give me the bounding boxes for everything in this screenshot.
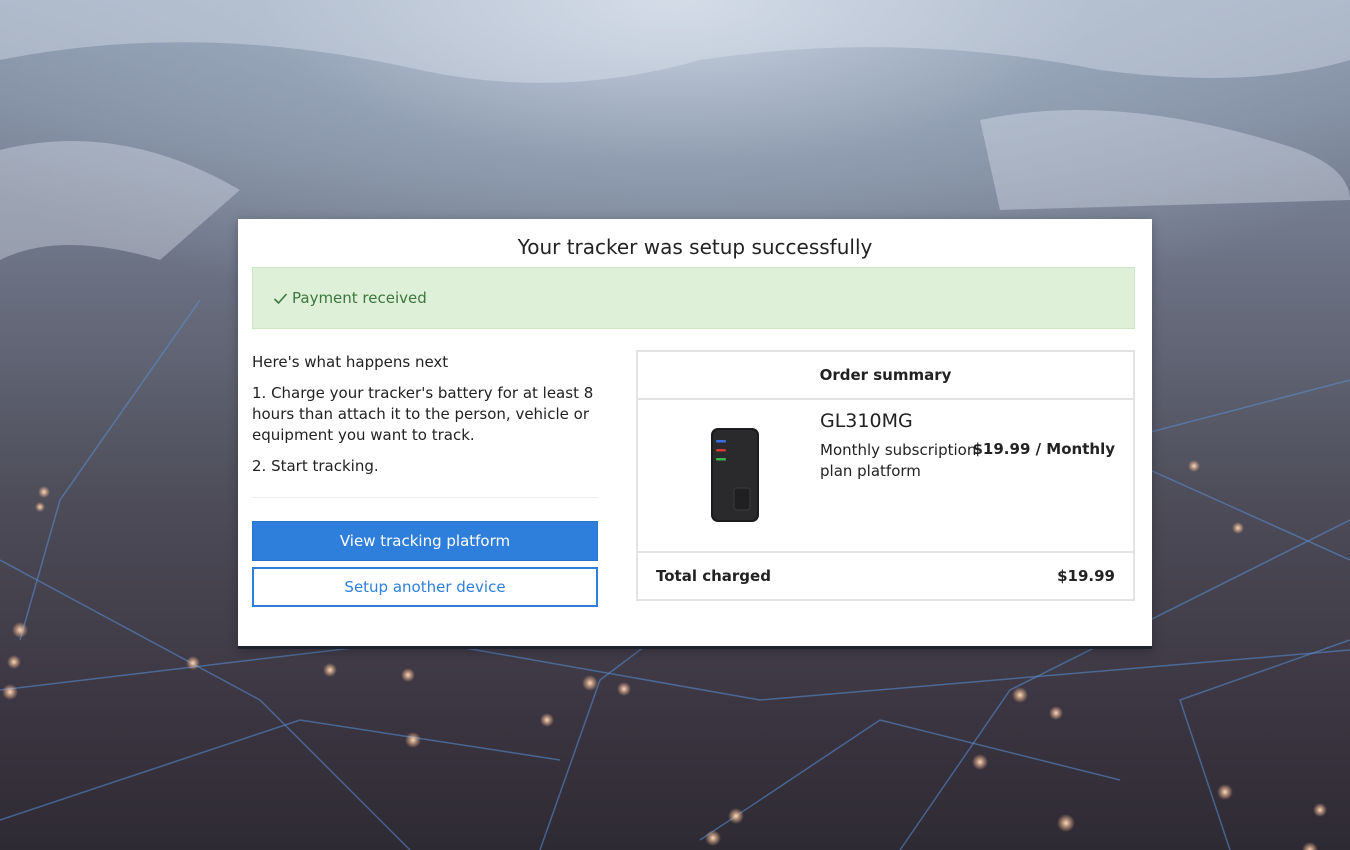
total-label: Total charged [656, 567, 771, 585]
order-total: Total charged $19.99 [638, 553, 1133, 599]
product-price: $19.99 / Monthly [972, 440, 1116, 458]
gps-tracker-image [708, 426, 762, 524]
payment-alert: Payment received [252, 267, 1135, 329]
next-steps: Here's what happens next 1. Charge your … [252, 352, 598, 498]
check-icon [273, 291, 288, 306]
product-name: GL310MG [820, 410, 913, 432]
order-summary-heading: Order summary [638, 352, 1133, 400]
payment-alert-text: Payment received [292, 289, 427, 307]
setup-another-device-button[interactable]: Setup another device [252, 567, 598, 607]
next-steps-heading: Here's what happens next [252, 353, 449, 371]
total-value: $19.99 [1057, 567, 1115, 585]
product-description: Monthly subscription plan platform [820, 441, 977, 480]
order-item: GL310MG Monthly subscription plan platfo… [638, 400, 1133, 553]
step-item: 2. Start tracking. [252, 457, 379, 475]
view-tracking-platform-button[interactable]: View tracking platform [252, 521, 598, 561]
divider [252, 497, 598, 498]
dialog-title: Your tracker was setup successfully [517, 235, 873, 259]
step-item: 1. Charge your tracker's battery for at … [252, 384, 594, 444]
success-dialog: Your tracker was setup successfully Paym… [238, 219, 1152, 649]
order-summary: Order summary GL310MG Monthly subscripti… [636, 350, 1135, 601]
